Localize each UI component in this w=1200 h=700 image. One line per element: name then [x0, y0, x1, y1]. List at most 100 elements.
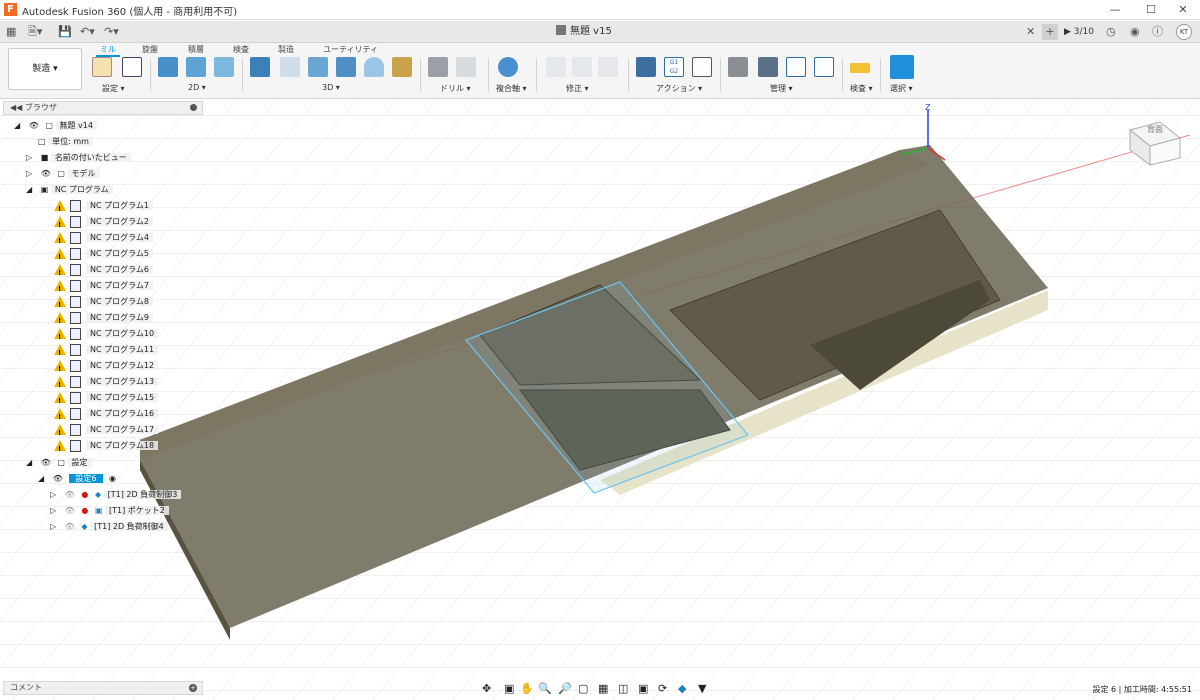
rotate-icon[interactable]: ⟳ — [658, 682, 667, 695]
zoom-icon[interactable]: 🔍 — [538, 682, 552, 695]
eye-icon[interactable]: 👁 — [65, 490, 75, 499]
operation-row[interactable]: ▷ 👁 ◆ [T1] 2D 負荷制御4 — [50, 520, 168, 534]
expand-icon[interactable]: ▷ — [50, 490, 56, 499]
nc-program-item[interactable]: NC プログラム11 — [54, 343, 159, 360]
pocket-clearing-icon[interactable] — [280, 57, 300, 77]
collapse-icon[interactable]: ◢ — [26, 458, 32, 467]
look-at-icon[interactable]: ▣ — [504, 682, 514, 695]
browser-units[interactable]: □ 単位: mm — [38, 135, 93, 149]
post-library-icon[interactable] — [786, 57, 806, 77]
file-menu-icon[interactable]: 🗎▾ — [28, 24, 42, 40]
browser-nc-programs[interactable]: ◢ ▣ NC プログラム — [26, 183, 113, 197]
tab-additive[interactable]: 積層 — [188, 44, 204, 55]
nc-program-item[interactable]: NC プログラム9 — [54, 311, 153, 328]
group-select[interactable]: 選択 ▾ — [890, 83, 913, 94]
avatar[interactable]: KT — [1176, 24, 1192, 40]
tab-mill[interactable]: ミル — [96, 44, 120, 57]
eye-icon[interactable]: 👁 — [65, 522, 75, 531]
browser-setups[interactable]: ◢ 👁 ▢ 設定 — [26, 456, 92, 470]
setup-sheet-icon[interactable] — [122, 57, 142, 77]
collapse-icon[interactable]: ◢ — [14, 121, 20, 130]
expand-icon[interactable]: ▷ — [50, 506, 56, 515]
comments-panel[interactable]: コメント + — [3, 681, 203, 695]
template-library-icon[interactable] — [814, 57, 834, 77]
camera-icon[interactable]: ▣ — [638, 682, 648, 695]
close-icon[interactable]: ✕ — [1166, 0, 1200, 20]
orbit-icon[interactable]: ✥ — [482, 682, 491, 695]
bell-icon[interactable]: ◉ — [1130, 24, 1140, 40]
browser-named-views[interactable]: ▷ ■ 名前の付いたビュー — [26, 151, 131, 165]
group-drill[interactable]: ドリル ▾ — [440, 83, 471, 94]
nc-program-item[interactable]: NC プログラム16 — [54, 407, 159, 424]
save-icon[interactable]: 💾 — [58, 24, 72, 40]
display-settings-icon[interactable]: ▢ — [578, 682, 588, 695]
browser-header[interactable]: ◀◀ ブラウザ — [3, 101, 203, 115]
fit-icon[interactable]: 🔎 — [558, 682, 572, 695]
data-panel-grid-icon[interactable]: ▦ — [6, 24, 16, 40]
group-inspect[interactable]: 検査 ▾ — [850, 83, 873, 94]
group-multi-axis[interactable]: 複合軸 ▾ — [496, 83, 527, 94]
adaptive-clearing-icon[interactable] — [250, 57, 270, 77]
workspace-switcher[interactable]: 製造 ▾ — [8, 48, 82, 90]
visual-style-icon[interactable]: ◆ — [678, 682, 686, 695]
redo-icon[interactable]: ↷▾ — [104, 24, 119, 40]
modify-icon-1[interactable] — [546, 57, 566, 77]
machine-library-icon[interactable] — [758, 57, 778, 77]
nc-program-item[interactable]: NC プログラム6 — [54, 263, 153, 280]
operation-row[interactable]: ▷ 👁 ● ▣ [T1] ポケット2 — [50, 504, 169, 518]
collapse-icon[interactable]: ◢ — [26, 185, 32, 194]
nc-program-item[interactable]: NC プログラム17 — [54, 423, 159, 440]
close-tab-icon[interactable]: ✕ — [1026, 24, 1035, 40]
modify-icon-2[interactable] — [572, 57, 592, 77]
3d-viewport[interactable]: Z 背面 — [0, 100, 1200, 700]
nc-program-item[interactable]: NC プログラム5 — [54, 247, 153, 264]
expand-icon[interactable]: ▷ — [26, 169, 32, 178]
nc-program-item[interactable]: NC プログラム4 — [54, 231, 153, 248]
hole-recognition-icon[interactable] — [456, 57, 476, 77]
nc-program-item[interactable]: NC プログラム13 — [54, 375, 159, 392]
document-tab[interactable]: 無題 v15 — [556, 24, 612, 40]
nc-program-item[interactable]: NC プログラム15 — [54, 391, 159, 408]
multi-axis-icon[interactable] — [498, 57, 518, 77]
collapse-icon[interactable]: ◢ — [38, 474, 44, 483]
simulate-icon[interactable] — [636, 57, 656, 77]
2d-adaptive-icon[interactable] — [158, 57, 178, 77]
2d-pocket-icon[interactable] — [186, 57, 206, 77]
pan-icon[interactable]: ✋ — [520, 682, 534, 695]
tool-library-icon[interactable] — [728, 57, 748, 77]
expand-icon[interactable]: ▷ — [26, 153, 32, 162]
add-comment-icon[interactable]: + — [189, 684, 197, 692]
operation-row[interactable]: ▷ 👁 ● ◆ [T1] 2D 負荷制御3 — [50, 488, 182, 502]
measure-icon[interactable] — [850, 63, 870, 73]
eye-icon[interactable]: 👁 — [41, 169, 51, 178]
eye-icon[interactable]: 👁 — [65, 506, 75, 515]
clock-icon[interactable]: ◷ — [1106, 24, 1116, 40]
nc-program-item[interactable]: NC プログラム7 — [54, 279, 153, 296]
contour-icon[interactable] — [336, 57, 356, 77]
activate-radio-icon[interactable]: ◉ — [109, 474, 116, 483]
modify-icon-3[interactable] — [598, 57, 618, 77]
job-status[interactable]: ▶ 3/10 — [1064, 24, 1094, 40]
group-2d[interactable]: 2D ▾ — [188, 83, 206, 92]
new-tab-icon[interactable]: + — [1042, 24, 1058, 40]
group-manage[interactable]: 管理 ▾ — [770, 83, 793, 94]
eye-icon[interactable]: 👁 — [41, 458, 51, 467]
minimize-icon[interactable]: — — [1098, 0, 1132, 20]
steep-shallow-icon[interactable] — [308, 57, 328, 77]
face-icon[interactable] — [214, 57, 234, 77]
expand-icon[interactable]: ▷ — [50, 522, 56, 531]
browser-setup-active[interactable]: ◢ 👁 設定6 ◉ — [38, 472, 116, 486]
pin-icon[interactable] — [190, 104, 197, 111]
maximize-icon[interactable]: ☐ — [1134, 0, 1168, 20]
tab-turning[interactable]: 旋盤 — [142, 44, 158, 55]
nc-program-item[interactable]: NC プログラム1 — [54, 199, 153, 216]
group-setup[interactable]: 設定 ▾ — [102, 83, 125, 94]
viewports-icon[interactable]: ◫ — [618, 682, 628, 695]
scallop-icon[interactable] — [364, 57, 384, 77]
group-actions[interactable]: アクション ▾ — [656, 83, 702, 94]
post-process-icon[interactable]: G1 G2 — [664, 57, 684, 77]
drill-icon[interactable] — [428, 57, 448, 77]
nc-program-item[interactable]: NC プログラム12 — [54, 359, 159, 376]
browser-root[interactable]: ◢ 👁 ▢ 無題 v14 — [14, 119, 97, 133]
group-3d[interactable]: 3D ▾ — [322, 83, 340, 92]
